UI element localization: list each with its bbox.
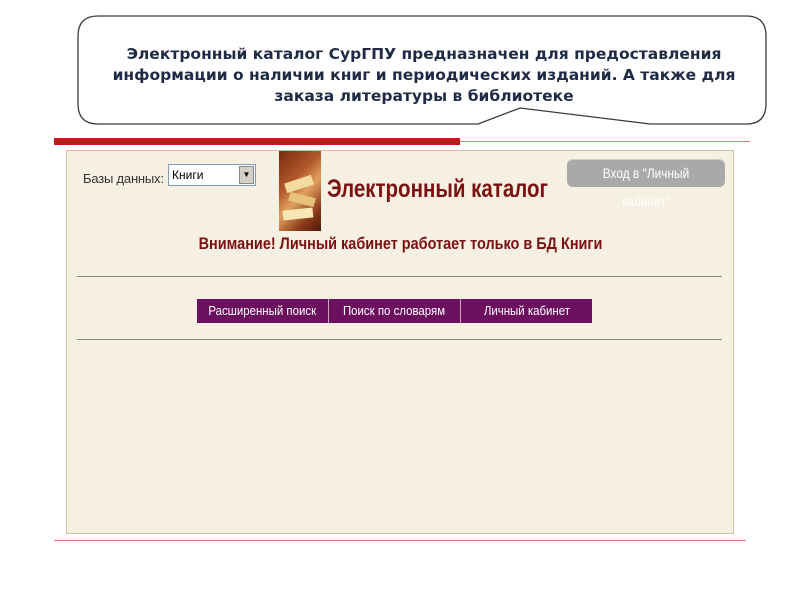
- nav-dictionary-search-label: Поиск по словарям: [343, 303, 446, 318]
- nav-advanced-search[interactable]: Расширенный поиск: [197, 299, 329, 323]
- catalog-nav: Расширенный поиск Поиск по словарям Личн…: [197, 299, 592, 323]
- nav-advanced-search-label: Расширенный поиск: [208, 303, 317, 318]
- database-select[interactable]: Книги ▼: [168, 164, 256, 186]
- nav-dictionary-search[interactable]: Поиск по словарям: [329, 299, 461, 323]
- page-title: Электронный каталог: [327, 175, 549, 203]
- upper-separator: [77, 276, 722, 277]
- personal-account-login-button[interactable]: Вход в "Личный кабинет": [567, 159, 725, 209]
- callout-text: Электронный каталог СурГПУ предназначен …: [112, 45, 736, 105]
- notice-text: Внимание! Личный кабинет работает только…: [67, 234, 733, 254]
- database-label: Базы данных:: [83, 171, 164, 186]
- login-button-label: Вход в "Личный кабинет": [602, 165, 690, 209]
- accent-red-bar: [54, 138, 460, 145]
- database-select-value: Книги: [172, 168, 204, 182]
- notice-label: Внимание! Личный кабинет работает только…: [198, 234, 602, 253]
- catalog-screenshot-panel: Базы данных: Книги ▼ Электронный каталог…: [66, 150, 734, 534]
- nav-personal-account[interactable]: Личный кабинет: [461, 299, 592, 323]
- nav-personal-account-label: Личный кабинет: [483, 303, 570, 318]
- dropdown-arrow-icon[interactable]: ▼: [239, 166, 254, 184]
- bottom-divider-line: [54, 540, 746, 541]
- books-logo-icon: [279, 151, 321, 231]
- top-divider-line: [460, 141, 750, 142]
- lower-separator: [77, 339, 722, 340]
